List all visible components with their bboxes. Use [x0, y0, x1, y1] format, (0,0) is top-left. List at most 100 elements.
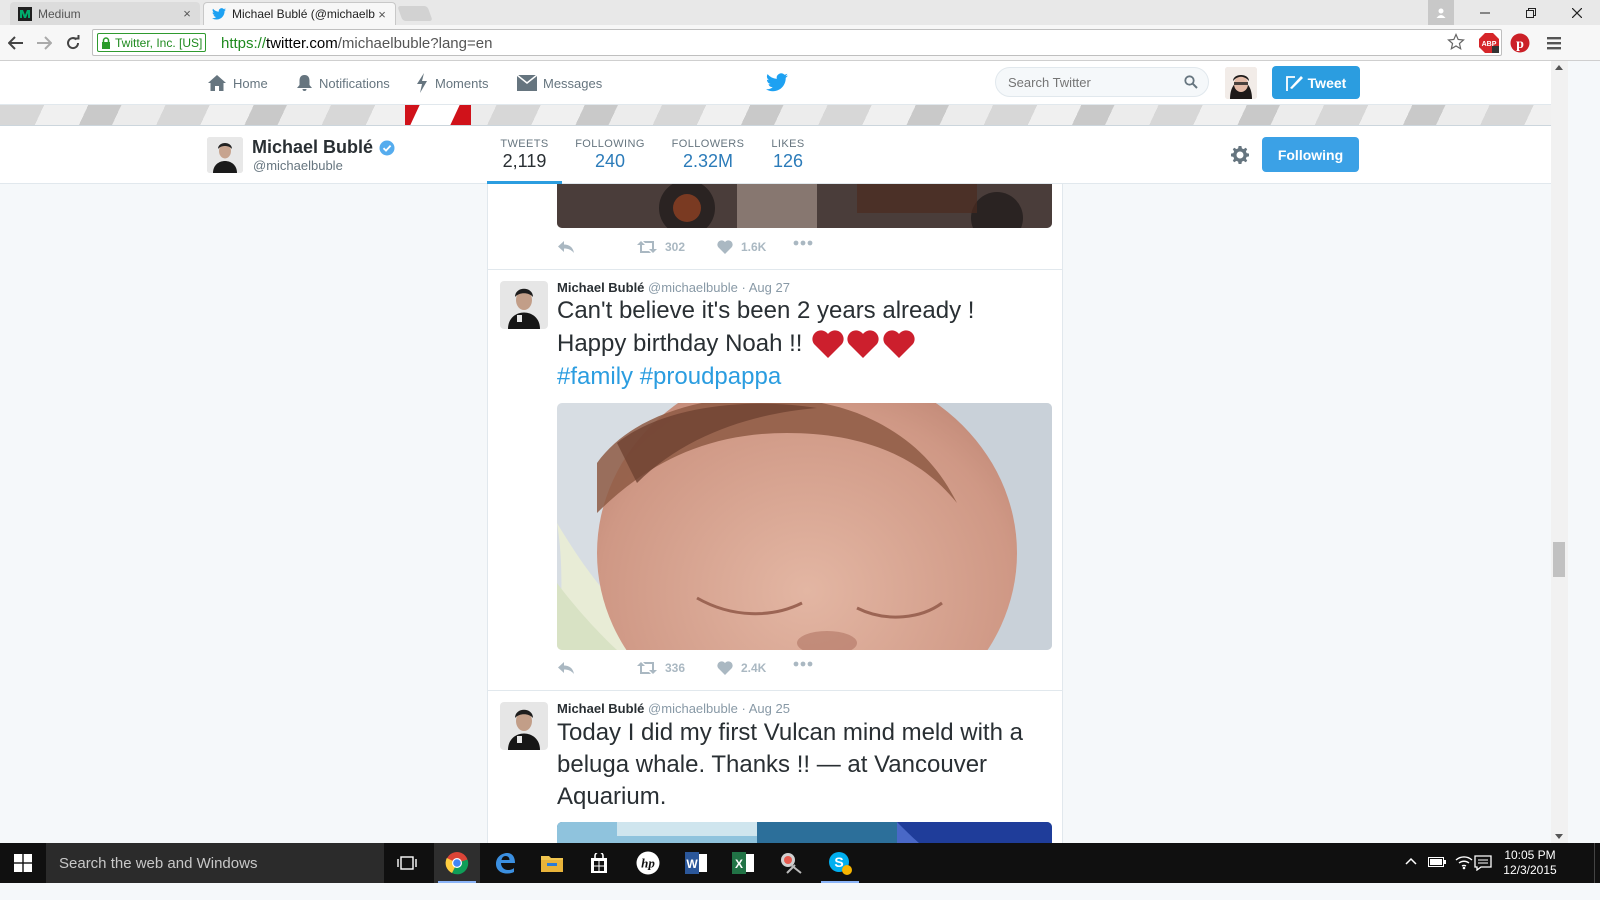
verified-badge-icon	[379, 140, 395, 155]
profile-switcher-icon[interactable]	[1428, 0, 1454, 25]
tweet-author-handle[interactable]: @michaelbuble	[648, 701, 738, 716]
scroll-down-arrow-icon[interactable]	[1555, 834, 1563, 839]
skype-icon[interactable]: S	[817, 843, 863, 883]
stat-followers[interactable]: FOLLOWERS 2.32M	[667, 126, 749, 184]
retweet-button[interactable]: 302	[637, 240, 685, 254]
retweet-button[interactable]: 336	[637, 661, 685, 675]
more-icon[interactable]	[793, 661, 821, 667]
windows-start-icon[interactable]	[0, 843, 46, 883]
tweet-media-image[interactable]	[557, 184, 1052, 228]
excel-icon[interactable]: X	[720, 843, 766, 883]
adblock-icon[interactable]: ABP	[1478, 32, 1500, 54]
search-input[interactable]	[1006, 74, 1180, 91]
tweet[interactable]: Michael Bublé @michaelbuble · Aug 27 Can…	[488, 270, 1062, 691]
tab-twitter-profile[interactable]: Michael Bublé (@michaelb ×	[203, 2, 396, 25]
profile-nav-bar: Michael Bublé @michaelbuble TWEETS 2,119…	[0, 125, 1568, 184]
profile-handle: @michaelbuble	[253, 158, 343, 173]
like-button[interactable]: 2.4K	[717, 661, 766, 675]
tweet-author-avatar[interactable]	[500, 281, 548, 329]
tweet-author-handle[interactable]: @michaelbuble	[648, 280, 738, 295]
page-scrollbar[interactable]	[1551, 61, 1568, 843]
store-icon[interactable]	[576, 843, 622, 883]
tweet-timeline: 302 1.6K Michael Bublé @michaelbuble · A…	[487, 184, 1063, 843]
action-center-icon[interactable]	[1474, 855, 1492, 871]
url-protocol: https://	[221, 35, 267, 52]
address-bar[interactable]: Twitter, Inc. [US] https://twitter.com/m…	[92, 29, 1502, 56]
scrollbar-thumb[interactable]	[1553, 542, 1565, 577]
system-clock[interactable]: 10:05 PM 12/3/2015	[1498, 848, 1562, 878]
following-button[interactable]: Following	[1262, 137, 1359, 172]
windows-taskbar: Search the web and Windows hp W X S 10:0…	[0, 843, 1600, 883]
like-button[interactable]: 1.6K	[717, 240, 766, 254]
twitter-bird-logo-icon[interactable]	[766, 73, 788, 92]
tweet-timestamp[interactable]: Aug 27	[749, 280, 790, 295]
nav-moments[interactable]: Moments	[415, 61, 488, 105]
bookmark-star-icon[interactable]	[1447, 33, 1465, 51]
stat-following[interactable]: FOLLOWING 240	[572, 126, 648, 184]
profile-name[interactable]: Michael Bublé	[252, 137, 395, 158]
stat-tweets[interactable]: TWEETS 2,119	[487, 126, 562, 184]
tweet-media-image[interactable]	[557, 822, 1052, 843]
tweet[interactable]: 302 1.6K	[488, 184, 1062, 270]
tweet[interactable]: Michael Bublé @michaelbuble · Aug 25 Tod…	[488, 691, 1062, 843]
snipping-tool-icon[interactable]	[768, 843, 814, 883]
tweet-text-line-with-hearts: Happy birthday Noah !!	[557, 327, 1052, 361]
pinterest-icon[interactable]: p	[1509, 32, 1531, 54]
tab-close-icon[interactable]: ×	[375, 7, 389, 22]
stat-value: 2,119	[502, 151, 547, 171]
gear-icon[interactable]	[1230, 145, 1250, 165]
lightning-icon	[417, 73, 427, 93]
profile-avatar[interactable]	[207, 137, 243, 173]
stat-value: 240	[594, 151, 626, 171]
hashtag-link[interactable]: #family	[557, 363, 633, 390]
forward-icon[interactable]	[34, 33, 54, 53]
url-path: /michaelbuble?lang=en	[337, 35, 493, 52]
tweet-author-name[interactable]: Michael Bublé	[557, 280, 644, 295]
user-avatar[interactable]	[1225, 67, 1257, 99]
tweet-timestamp[interactable]: Aug 25	[749, 701, 790, 716]
hp-icon[interactable]: hp	[625, 843, 671, 883]
close-window-icon[interactable]	[1554, 0, 1600, 25]
search-icon[interactable]	[1184, 75, 1198, 89]
edge-icon[interactable]	[482, 843, 528, 883]
compose-tweet-button[interactable]: Tweet	[1272, 66, 1360, 99]
task-view-icon[interactable]	[384, 843, 430, 883]
tab-close-icon[interactable]: ×	[180, 6, 194, 21]
chrome-menu-icon[interactable]	[1543, 32, 1565, 54]
search-box[interactable]	[995, 67, 1209, 97]
scroll-up-arrow-icon[interactable]	[1555, 65, 1563, 70]
file-explorer-icon[interactable]	[529, 843, 575, 883]
back-icon[interactable]	[6, 33, 26, 53]
nav-notifications[interactable]: Notifications	[296, 61, 390, 105]
tab-medium[interactable]: Medium ×	[10, 2, 200, 25]
tweet-author-avatar[interactable]	[500, 702, 548, 750]
nav-messages[interactable]: Messages	[517, 61, 602, 105]
nav-home[interactable]: Home	[207, 61, 268, 105]
stat-likes[interactable]: LIKES 126	[766, 126, 810, 184]
tweet-button-label: Tweet	[1307, 74, 1347, 91]
reply-icon[interactable]	[557, 661, 583, 675]
like-count: 2.4K	[741, 661, 767, 675]
stat-label: FOLLOWING	[575, 138, 645, 150]
word-icon[interactable]: W	[673, 843, 719, 883]
more-icon[interactable]	[793, 240, 821, 246]
chrome-icon[interactable]	[434, 843, 480, 883]
tweet-media-image[interactable]	[557, 403, 1052, 650]
new-tab-button[interactable]	[397, 6, 433, 21]
battery-icon[interactable]	[1428, 857, 1446, 867]
hashtag-link[interactable]: #proudpappa	[640, 363, 781, 390]
reply-icon[interactable]	[557, 240, 583, 254]
reload-icon[interactable]	[63, 33, 83, 53]
tweet-author-name[interactable]: Michael Bublé	[557, 701, 644, 716]
restore-icon[interactable]	[1508, 0, 1554, 25]
show-hidden-icons-chevron-icon[interactable]	[1405, 856, 1417, 866]
nav-notifications-label: Notifications	[319, 75, 390, 91]
show-desktop-button[interactable]	[1594, 843, 1600, 883]
banner-graphic	[405, 105, 471, 125]
wifi-icon[interactable]	[1455, 854, 1473, 870]
tweet-actions: 302 1.6K	[557, 240, 857, 260]
nav-moments-label: Moments	[435, 75, 489, 91]
minimize-icon[interactable]	[1462, 0, 1508, 25]
ev-certificate-badge[interactable]: Twitter, Inc. [US]	[97, 33, 207, 52]
taskbar-search-box[interactable]: Search the web and Windows	[46, 843, 384, 883]
